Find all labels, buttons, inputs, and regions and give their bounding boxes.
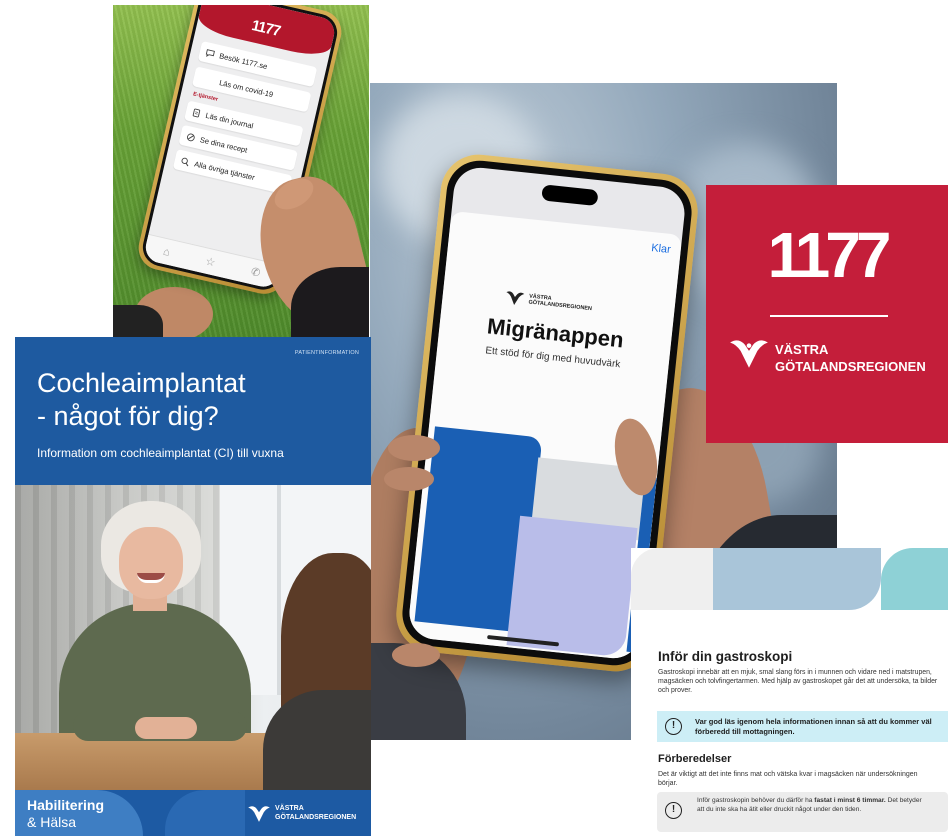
- left-finger: [384, 467, 434, 491]
- dynamic-island: [541, 184, 598, 206]
- section-label: E-tjänster: [192, 91, 218, 103]
- vgr-logo-line1: VÄSTRA: [775, 342, 828, 357]
- illustration-block-lavender: [507, 516, 638, 658]
- fasting-text: Inför gastroskopin behöver du därför ha …: [697, 797, 929, 814]
- footer-shape: [165, 790, 245, 836]
- fasting-text-bold: fastat i minst 6 timmar.: [814, 797, 885, 804]
- brochure-title-line2: - något för dig?: [37, 400, 219, 432]
- brochure-kicker: PATIENTINFORMATION: [295, 350, 359, 356]
- service-item-label: Läs din journal: [205, 110, 255, 130]
- brochure-title-line1: Cochleaimplantat: [37, 367, 246, 399]
- vgr-logo: VÄSTRA GÖTALANDSREGIONEN: [504, 289, 593, 314]
- menu-item-label: Läs om covid-19: [219, 78, 275, 99]
- vgr-logo-icon: [728, 335, 770, 371]
- vgr-logo-text: VÄSTRA GÖTALANDSREGIONEN: [275, 805, 356, 821]
- vgr-logo-line2: GÖTALANDSREGIONEN: [275, 814, 356, 822]
- decor-shape-teal: [881, 548, 948, 610]
- exclamation-icon: !: [665, 802, 682, 819]
- footer-line1: Habilitering: [27, 797, 104, 813]
- decor-shape-blue: [713, 548, 881, 610]
- service-item-label: Alla övriga tjänster: [194, 159, 256, 182]
- left-finger: [388, 435, 440, 461]
- app-title: Migränappen: [439, 308, 672, 358]
- second-person-body: [263, 690, 371, 790]
- section-text: Det är viktigt att det inte finns mat oc…: [658, 770, 926, 788]
- chat-icon: [205, 48, 216, 59]
- brochure-header: PATIENTINFORMATION Cochleaimplantat - nå…: [15, 337, 371, 485]
- leaflet-intro: Gastroskopi innebär att en mjuk, smal sl…: [658, 668, 943, 695]
- search-icon: [180, 156, 191, 167]
- phone-icon: ✆: [250, 265, 262, 280]
- brochure-photo: [15, 485, 371, 790]
- brochure-cochlear-implant: PATIENTINFORMATION Cochleaimplantat - nå…: [15, 337, 371, 836]
- footer-line2: & Hälsa: [27, 814, 76, 830]
- woman-face: [119, 527, 183, 599]
- notice-box: ! Var god läs igenom hela informationen …: [657, 711, 948, 742]
- decor-shape-grey: [631, 548, 713, 610]
- brochure-subtitle: Information om cochleaimplantat (CI) til…: [37, 446, 284, 460]
- left-finger: [392, 643, 440, 667]
- done-button: Klar: [651, 242, 672, 256]
- woman-hands: [135, 717, 197, 739]
- collage: 1177 Besök 1177.se Läs om covid-19 E-tjä…: [0, 0, 948, 836]
- brochure-footer: Habilitering & Hälsa VÄSTRA GÖTALANDSREG…: [15, 790, 371, 836]
- vgr-logo-icon: [504, 289, 526, 307]
- vgr-logo-icon: [247, 804, 271, 823]
- left-sleeve: [113, 305, 163, 337]
- brand-card-1177: 1177 VÄSTRA GÖTALANDSREGIONEN: [706, 185, 948, 443]
- vgr-logo-line2: GÖTALANDSREGIONEN: [775, 359, 926, 374]
- leaflet-title: Inför din gastroskopi: [658, 649, 792, 664]
- prescription-icon: [186, 131, 197, 142]
- journal-icon: [191, 107, 202, 118]
- fasting-box: ! Inför gastroskopin behöver du därför h…: [657, 792, 948, 832]
- fasting-text-start: Inför gastroskopin behöver du därför ha: [697, 797, 814, 804]
- home-icon: ⌂: [162, 245, 171, 258]
- photo-phone-on-grass: 1177 Besök 1177.se Läs om covid-19 E-tjä…: [113, 5, 369, 337]
- service-item-label: Se dina recept: [199, 135, 248, 155]
- exclamation-icon: !: [665, 718, 682, 735]
- vgr-logo-line1: VÄSTRA: [275, 805, 356, 813]
- brand-divider: [770, 315, 888, 317]
- menu-item-label: Besök 1177.se: [219, 51, 269, 71]
- notice-text: Var god läs igenom hela informationen in…: [695, 717, 935, 736]
- vgr-logo: VÄSTRA GÖTALANDSREGIONEN: [247, 804, 356, 823]
- leaflet-gastroscopy: Inför din gastroskopi Gastroskopi innebä…: [631, 548, 948, 836]
- section-title: Förberedelser: [658, 753, 731, 765]
- star-icon: ☆: [204, 255, 217, 270]
- vgr-logo-text: VÄSTRA GÖTALANDSREGIONEN: [528, 293, 593, 312]
- brand-number: 1177: [706, 223, 948, 287]
